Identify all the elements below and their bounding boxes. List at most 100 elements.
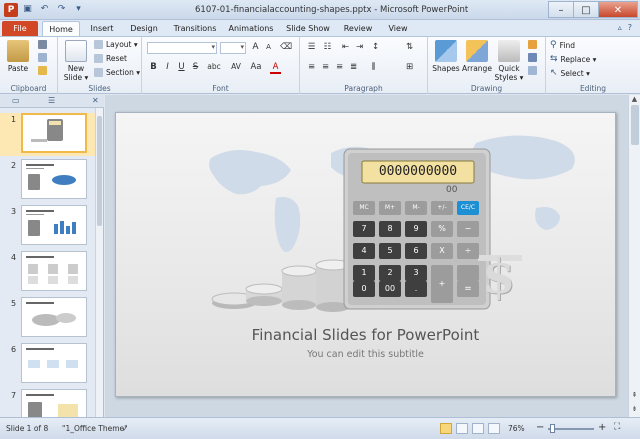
close-button[interactable]: ✕ xyxy=(598,1,638,18)
font-size-dropdown-icon[interactable]: ▾ xyxy=(240,43,244,51)
tab-home[interactable]: Home xyxy=(42,21,80,36)
smartart-icon[interactable]: ⊞ xyxy=(404,62,415,72)
theme-name: "1_Office Theme" xyxy=(62,424,128,433)
tab-file[interactable]: File xyxy=(2,21,38,36)
tab-design[interactable]: Design xyxy=(126,21,162,36)
minimize-ribbon-icon[interactable]: ▵ xyxy=(618,23,622,32)
scroll-thumb[interactable] xyxy=(630,105,639,145)
new-slide-button[interactable]: New Slide ▾ xyxy=(62,40,90,82)
copy-button[interactable] xyxy=(38,53,47,62)
fit-to-window-icon[interactable]: ⛶ xyxy=(614,422,620,432)
slide-canvas[interactable]: 0000000000 00 MC M+ M- +/- CE/C 7 8 9 % … xyxy=(115,112,616,397)
align-left-icon[interactable]: ≡ xyxy=(306,62,317,72)
undo-icon[interactable]: ↶ xyxy=(39,4,50,15)
font-color-button[interactable]: A xyxy=(270,62,281,74)
tab-view[interactable]: View xyxy=(384,21,412,36)
slide-title[interactable]: Financial Slides for PowerPoint xyxy=(116,326,615,344)
spellcheck-icon[interactable]: ✓ xyxy=(122,424,128,433)
next-slide-icon[interactable]: ⇟ xyxy=(629,405,640,413)
strikethrough-button[interactable]: S xyxy=(190,62,201,72)
slide-thumbnail-6[interactable]: 6 xyxy=(0,343,96,386)
text-direction-icon[interactable]: ⇅ xyxy=(404,42,415,52)
underline-button[interactable]: U xyxy=(176,62,187,72)
thumbnail-chart-icon xyxy=(28,174,76,190)
slide-thumbnail-7[interactable]: 7 xyxy=(0,389,96,417)
redo-icon[interactable]: ↷ xyxy=(56,4,67,15)
pane-close-button[interactable]: ✕ xyxy=(92,96,99,105)
character-spacing-button[interactable]: AV xyxy=(228,62,244,71)
arrange-button[interactable]: Arrange xyxy=(462,40,492,73)
slide-thumbnail-2[interactable]: 2 xyxy=(0,159,96,202)
tab-animations[interactable]: Animations xyxy=(226,21,276,36)
quick-styles-button[interactable]: Quick Styles ▾ xyxy=(494,40,524,82)
columns-icon[interactable]: ⫼ xyxy=(368,62,379,72)
bold-button[interactable]: B xyxy=(148,62,159,72)
section-button[interactable]: Section ▾ xyxy=(94,68,140,77)
reading-view-button[interactable] xyxy=(472,423,484,434)
normal-view-button[interactable] xyxy=(440,423,452,434)
shape-outline-button[interactable] xyxy=(528,53,537,62)
italic-button[interactable]: I xyxy=(162,62,173,72)
zoom-out-button[interactable]: − xyxy=(536,422,544,433)
paste-button[interactable]: Paste xyxy=(4,40,32,73)
bullets-icon[interactable]: ☰ xyxy=(306,42,317,52)
increase-indent-icon[interactable]: ⇥ xyxy=(354,42,365,52)
decrease-indent-icon[interactable]: ⇤ xyxy=(340,42,351,52)
tab-insert[interactable]: Insert xyxy=(84,21,120,36)
zoom-level[interactable]: 76% xyxy=(508,424,525,433)
zoom-in-button[interactable]: + xyxy=(598,422,606,433)
change-case-button[interactable]: Aa xyxy=(248,62,264,72)
format-painter-button[interactable] xyxy=(38,66,47,75)
find-button[interactable]: ⚲ Find xyxy=(550,40,575,50)
outline-tab-icon[interactable]: ☰ xyxy=(48,96,55,105)
shape-effects-button[interactable] xyxy=(528,66,537,75)
zoom-slider-knob[interactable] xyxy=(550,424,555,433)
justify-icon[interactable]: ≣ xyxy=(348,62,359,72)
slide-thumbnail-5[interactable]: 5 xyxy=(0,297,96,340)
shadow-button[interactable]: abc xyxy=(204,62,224,71)
replace-button[interactable]: ⇆ Replace ▾ xyxy=(550,54,596,64)
key-5: 5 xyxy=(379,243,401,259)
tab-transitions[interactable]: Transitions xyxy=(170,21,220,36)
minimize-button[interactable]: – xyxy=(548,1,574,18)
customize-icon[interactable]: ▾ xyxy=(73,4,84,15)
tab-review[interactable]: Review xyxy=(340,21,376,36)
slide-thumbnail-3[interactable]: 3 xyxy=(0,205,96,248)
pane-scroll-thumb[interactable] xyxy=(97,116,102,226)
tab-slide-show[interactable]: Slide Show xyxy=(284,21,332,36)
pane-scrollbar[interactable] xyxy=(95,108,103,417)
line-spacing-icon[interactable]: ↕ xyxy=(370,42,381,52)
select-button[interactable]: ↖ Select ▾ xyxy=(550,68,590,78)
previous-slide-icon[interactable]: ⇞ xyxy=(629,391,640,399)
font-size-combo[interactable]: ▾ xyxy=(220,42,246,54)
slide-thumbnail-4[interactable]: 4 xyxy=(0,251,96,294)
layout-button[interactable]: Layout ▾ xyxy=(94,40,138,49)
key-divide: ÷ xyxy=(457,243,479,259)
clear-formatting-icon[interactable]: ⌫ xyxy=(280,42,292,52)
reset-button[interactable]: Reset xyxy=(94,54,127,63)
scroll-up-icon[interactable]: ▲ xyxy=(629,95,640,103)
cut-button[interactable] xyxy=(38,40,47,49)
shrink-font-button[interactable]: A xyxy=(263,43,274,51)
save-icon[interactable]: ▣ xyxy=(22,4,33,15)
slide-subtitle[interactable]: You can edit this subtitle xyxy=(116,349,615,360)
powerpoint-app-icon[interactable]: P xyxy=(4,3,18,17)
align-center-icon[interactable]: ≡ xyxy=(320,62,331,72)
paste-label: Paste xyxy=(7,64,29,73)
slide-scrollbar[interactable]: ▲ ⇞ ⇟ xyxy=(628,95,640,417)
align-right-icon[interactable]: ≡ xyxy=(334,62,345,72)
help-icon[interactable]: ? xyxy=(628,23,632,32)
slide-sorter-button[interactable] xyxy=(456,423,468,434)
numbering-icon[interactable]: ☷ xyxy=(322,42,333,52)
quick-styles-icon xyxy=(498,40,520,62)
thumbnail-preview xyxy=(21,205,87,245)
slides-tab-icon[interactable]: ▭ xyxy=(12,96,20,105)
slideshow-view-button[interactable] xyxy=(488,423,500,434)
maximize-button[interactable]: □ xyxy=(573,1,599,18)
font-name-dropdown-icon[interactable]: ▾ xyxy=(211,43,215,51)
font-name-combo[interactable]: ▾ xyxy=(147,42,217,54)
shape-fill-button[interactable] xyxy=(528,40,537,49)
shapes-button[interactable]: Shapes xyxy=(431,40,461,73)
slide-thumbnail-1[interactable]: 1 xyxy=(0,113,96,156)
grow-font-button[interactable]: A xyxy=(250,42,261,52)
